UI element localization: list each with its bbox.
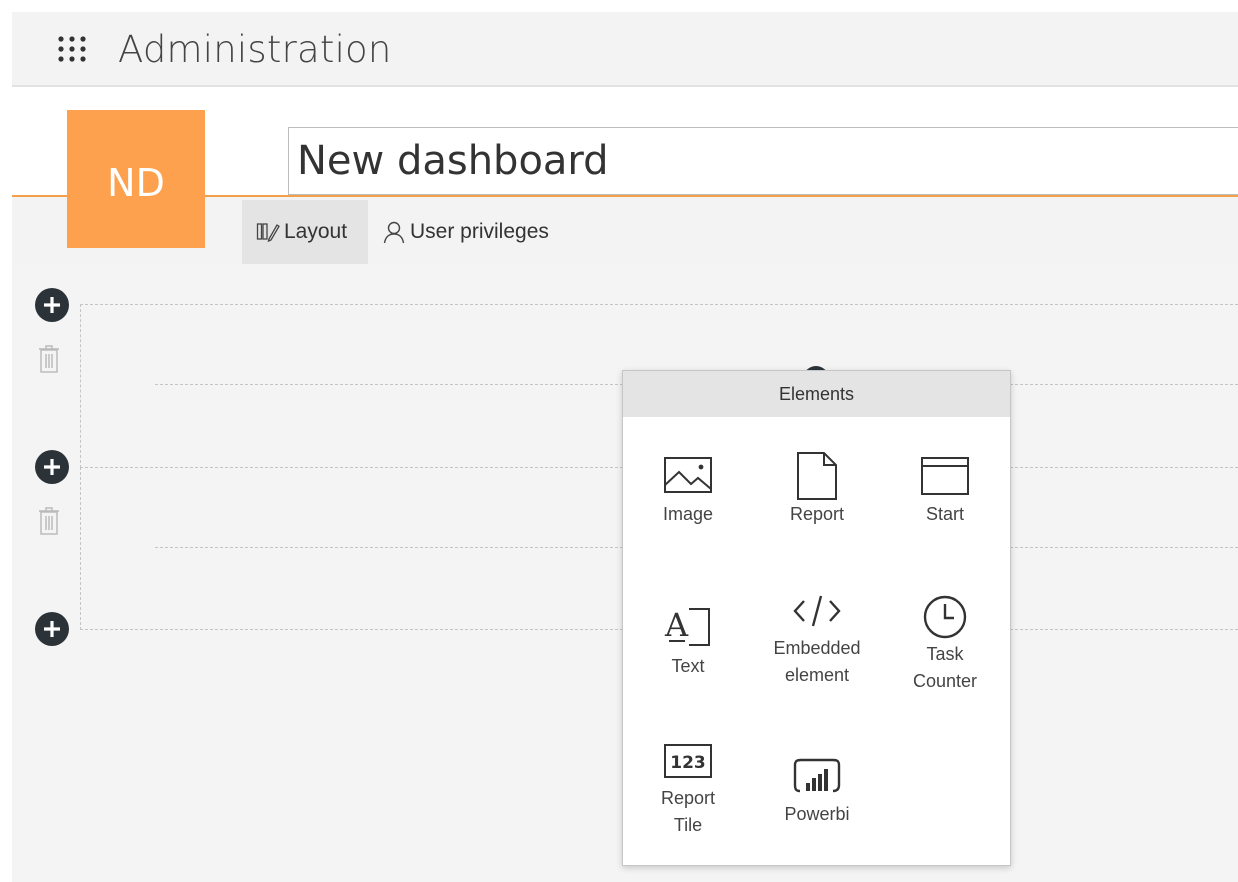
waffle-grid-icon[interactable] [56,33,88,65]
elements-popover-header: Elements [623,371,1010,417]
add-row-button[interactable] [35,450,69,484]
element-report-tile-label: Report Tile [660,788,716,835]
element-task-counter-label: Task Counter [912,644,978,691]
element-embedded[interactable]: Embedded element [753,593,881,689]
code-icon [793,595,841,627]
svg-text:A: A [664,606,689,644]
dashboard-initials: ND [107,161,165,205]
layout-icon [256,223,280,243]
element-task-counter[interactable]: Task Counter [881,593,1009,695]
text-icon: A [664,606,710,646]
element-text-label: Text [671,656,705,676]
add-row-icon [44,621,60,637]
elements-popover-title: Elements [778,383,855,404]
element-embedded-label: Embedded element [773,638,861,685]
element-image-label: Image [662,504,714,524]
tab-user-privileges-label: User privileges [410,220,549,243]
element-text[interactable]: A Text [624,603,752,680]
tab-layout[interactable]: Layout [242,200,368,264]
trash-icon [39,345,59,373]
element-image[interactable]: Image [624,455,752,528]
element-powerbi-label: Powerbi [784,804,850,824]
powerbi-icon [793,758,841,793]
tab-user-privileges[interactable]: User privileges [370,200,561,264]
image-icon [664,457,712,493]
app-title: Administration [118,28,392,71]
add-row-icon [44,459,60,475]
top-bar: Administration [12,12,1238,87]
dashboard-avatar: ND [67,110,205,248]
delete-row-button[interactable] [37,506,61,536]
element-report-tile[interactable]: 123 Report Tile [624,743,752,839]
number-tile-icon: 123 [664,744,712,778]
element-start-label: Start [925,504,964,524]
element-powerbi[interactable]: Powerbi [753,757,881,828]
start-icon [921,457,969,495]
elements-popover: Elements Image Report Start A Text Embed… [622,370,1011,866]
trash-icon [39,507,59,535]
user-icon [383,221,405,244]
element-report[interactable]: Report [753,452,881,528]
add-row-button[interactable] [35,288,69,322]
add-row-icon [44,297,60,313]
element-report-label: Report [789,504,845,524]
dashboard-name-input[interactable] [288,127,1238,195]
add-row-button[interactable] [35,612,69,646]
delete-row-button[interactable] [37,344,61,374]
tab-layout-label: Layout [284,220,348,243]
element-start[interactable]: Start [881,455,1009,528]
svg-text:123: 123 [670,753,706,773]
clock-icon [923,595,967,639]
report-icon [797,452,837,500]
